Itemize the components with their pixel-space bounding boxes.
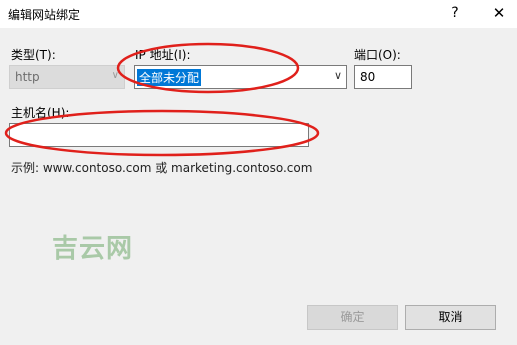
chevron-down-icon: ∨ <box>333 69 342 82</box>
ip-label: IP 地址(I): <box>135 48 191 62</box>
port-label: 端口(O): <box>354 48 401 62</box>
ip-select[interactable]: 全部未分配 ∨ <box>134 65 347 89</box>
title-bar: 编辑网站绑定 ? ✕ <box>0 0 517 28</box>
port-input[interactable]: 80 <box>354 65 412 89</box>
cancel-button[interactable]: 取消 <box>405 305 496 330</box>
type-select[interactable]: http ∨ <box>9 65 125 89</box>
close-icon[interactable]: ✕ <box>484 0 514 28</box>
watermark-logo: 吉云网 <box>52 234 134 264</box>
type-value: http <box>15 70 40 84</box>
help-icon[interactable]: ? <box>440 0 470 28</box>
ok-button[interactable]: 确定 <box>307 305 398 330</box>
type-label: 类型(T): <box>11 48 56 62</box>
host-input[interactable] <box>9 123 309 147</box>
host-label: 主机名(H): <box>11 106 70 120</box>
window-title: 编辑网站绑定 <box>8 8 81 22</box>
example-text: 示例: www.contoso.com 或 marketing.contoso.… <box>11 161 313 175</box>
ip-value: 全部未分配 <box>137 69 202 86</box>
chevron-down-icon: ∨ <box>111 70 119 81</box>
